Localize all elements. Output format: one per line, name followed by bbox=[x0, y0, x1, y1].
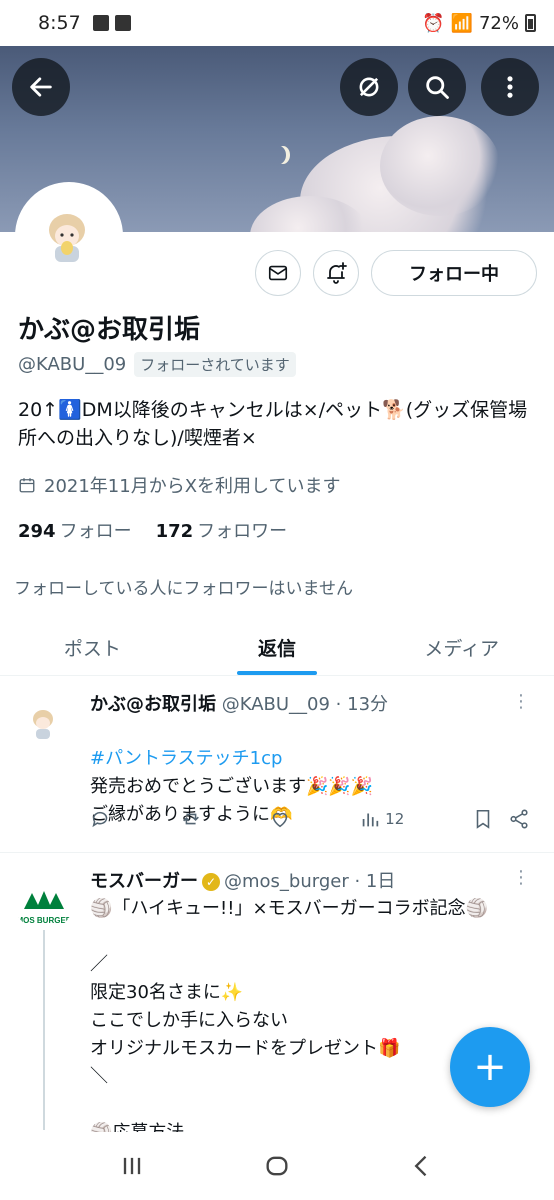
views-button[interactable]: 12 bbox=[359, 808, 404, 830]
verified-badge-icon: ✓ bbox=[202, 873, 220, 891]
tweet-header: モスバーガー ✓ @mos_burger · 1日 bbox=[90, 867, 395, 893]
recent-apps-icon[interactable] bbox=[118, 1152, 146, 1180]
tweet-body: #パントラステッチ1cp 発売おめでとうございます🎉🎉🎉 ご縁がありますように🫶 bbox=[90, 717, 540, 857]
profile-tabs: ポスト 返信 メディア bbox=[0, 620, 554, 676]
views-count: 12 bbox=[385, 810, 405, 828]
status-bar: 8:57 ⏰ 📶 72% bbox=[0, 0, 554, 46]
follow-counts: 294 フォロー 172 フォロワー bbox=[18, 517, 287, 543]
hashtag-link[interactable]: #パントラステッチ1cp bbox=[90, 748, 282, 769]
handle-row: @KABU__09 フォローされています bbox=[18, 352, 296, 377]
follows-you-badge: フォローされています bbox=[134, 352, 296, 377]
tweet-meta: @KABU__09 · 13分 bbox=[221, 694, 389, 715]
message-button[interactable] bbox=[255, 250, 301, 296]
bell-plus-icon bbox=[327, 262, 347, 284]
like-button[interactable] bbox=[269, 808, 291, 830]
check-icon bbox=[114, 15, 131, 31]
share-icon[interactable] bbox=[508, 808, 530, 830]
grok-icon bbox=[359, 77, 379, 97]
battery-icon bbox=[525, 14, 536, 32]
compose-fab-button[interactable]: + bbox=[450, 1027, 530, 1107]
back-button[interactable] bbox=[12, 58, 70, 116]
calendar-icon bbox=[19, 478, 35, 493]
profile-avatar[interactable] bbox=[15, 182, 123, 290]
home-icon[interactable] bbox=[263, 1152, 291, 1180]
avatar-illustration bbox=[21, 188, 117, 284]
tab-replies[interactable]: 返信 bbox=[185, 620, 370, 675]
followers-link[interactable]: 172 フォロワー bbox=[156, 517, 288, 543]
profile-name: かぶ@お取引垢 bbox=[18, 315, 201, 345]
followers-count: 172 bbox=[155, 521, 194, 542]
tweet-actions: 12 bbox=[90, 808, 530, 830]
tab-posts[interactable]: ポスト bbox=[0, 620, 185, 675]
gallery-icon bbox=[92, 15, 109, 31]
tweet-header: かぶ@お取引垢 @KABU__09 · 13分 bbox=[90, 690, 388, 716]
system-nav-bar bbox=[0, 1132, 554, 1200]
battery-percent: 72% bbox=[478, 12, 519, 34]
profile-handle: @KABU__09 bbox=[18, 354, 127, 375]
tweet-extra-actions bbox=[472, 808, 530, 830]
mail-icon bbox=[268, 265, 288, 281]
wifi-icon: 📶 bbox=[450, 12, 473, 34]
mos-logo-text: MOS BURGER bbox=[16, 916, 71, 925]
notify-button[interactable] bbox=[313, 250, 359, 296]
status-time: 8:57 bbox=[38, 12, 81, 34]
alarm-icon: ⏰ bbox=[422, 12, 445, 34]
repost-icon bbox=[182, 813, 199, 825]
repost-button[interactable] bbox=[180, 808, 202, 830]
following-link[interactable]: 294 フォロー bbox=[18, 517, 132, 543]
search-button[interactable] bbox=[408, 58, 466, 116]
following-button[interactable]: フォロー中 bbox=[371, 250, 537, 296]
mos-burger-logo[interactable]: MOS BURGER bbox=[14, 871, 74, 931]
views-icon bbox=[362, 813, 379, 827]
search-icon bbox=[426, 76, 449, 99]
tweet-author-name[interactable]: モスバーガー bbox=[90, 871, 198, 892]
following-label: フォロー bbox=[59, 521, 132, 542]
followers-label: フォロワー bbox=[197, 521, 288, 542]
joined-text: 2021年11月からXを利用しています bbox=[44, 476, 341, 497]
tab-media[interactable]: メディア bbox=[369, 620, 554, 675]
profile-bio: 20↑🚺DM以降後のキャンセルは×/ペット🐕(グッズ保管場所への出入りなし)/喫… bbox=[18, 399, 528, 449]
tweet-more-icon[interactable]: ⋮ bbox=[512, 691, 530, 712]
tweet-text: 🏐「ハイキュー!!」×モスバーガーコラボ記念🏐 ／ 限定30名さまに✨ ここでし… bbox=[90, 898, 488, 1143]
back-nav-icon[interactable] bbox=[408, 1152, 436, 1180]
reply-icon bbox=[92, 811, 108, 828]
following-count: 294 bbox=[18, 521, 56, 542]
tweet-more-icon[interactable]: ⋮ bbox=[512, 867, 530, 888]
joined-date: 2021年11月からXを利用しています bbox=[18, 472, 341, 498]
more-button[interactable] bbox=[481, 58, 539, 116]
reply-button[interactable] bbox=[90, 808, 112, 830]
bookmark-icon[interactable] bbox=[472, 808, 494, 830]
heart-icon bbox=[273, 812, 288, 828]
tweet-meta: @mos_burger · 1日 bbox=[224, 871, 396, 892]
no-mutual-followers: フォローしている人にフォロワーはいません bbox=[14, 579, 353, 599]
more-vertical-icon bbox=[507, 76, 513, 98]
moon-image bbox=[272, 146, 286, 164]
tweet-author-name[interactable]: かぶ@お取引垢 bbox=[90, 694, 216, 715]
thread-line bbox=[43, 930, 45, 1130]
grok-button[interactable] bbox=[340, 58, 398, 116]
tweet-avatar[interactable] bbox=[18, 697, 70, 749]
back-arrow-icon bbox=[30, 77, 52, 97]
